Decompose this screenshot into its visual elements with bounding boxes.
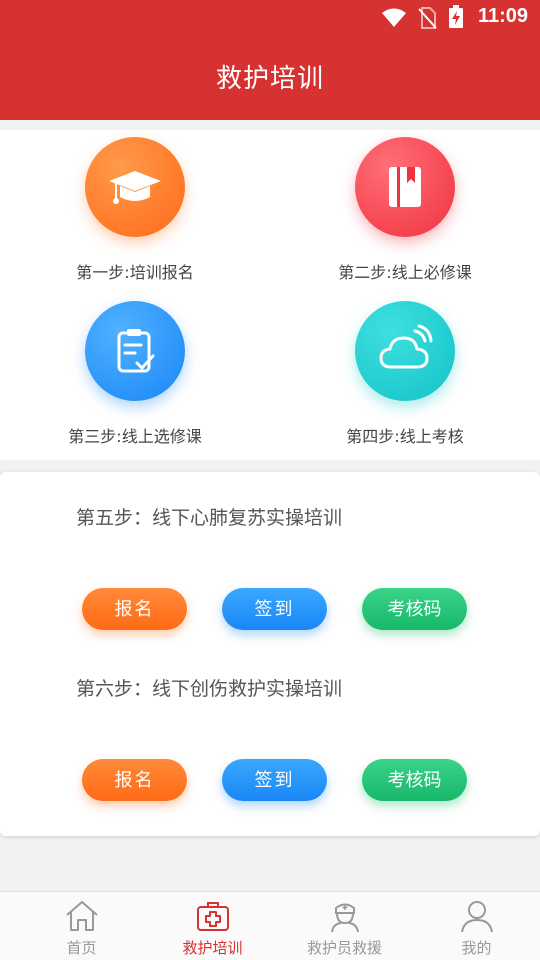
- step-required-course[interactable]: 第二步:线上必修课: [270, 130, 540, 290]
- step-label: 第四步:线上考核: [346, 427, 464, 446]
- offline-steps-panel: 第五步：线下心肺复苏实操培训 报名 签到 考核码 第六步：线下创伤救护实操培训 …: [0, 472, 540, 836]
- nav-label: 救护培训: [182, 939, 243, 957]
- step-register[interactable]: 第一步:培训报名: [0, 130, 270, 290]
- exam-code-button[interactable]: 考核码: [362, 588, 467, 630]
- checkin-button[interactable]: 签到: [222, 759, 327, 801]
- no-sim-icon: [418, 7, 437, 29]
- nav-label: 救护员救援: [306, 939, 382, 957]
- step-five-title: 第五步：线下心肺复苏实操培训: [76, 507, 343, 529]
- nav-item-home[interactable]: 首页: [14, 892, 149, 960]
- checkin-button[interactable]: 签到: [222, 588, 327, 630]
- wifi-icon: [382, 8, 406, 27]
- nav-item-training[interactable]: 救护培训: [145, 892, 280, 960]
- status-bar: 11:09: [0, 0, 540, 36]
- register-button[interactable]: 报名: [82, 759, 187, 801]
- book-icon: [355, 137, 455, 237]
- step-elective-course[interactable]: 第三步:线上选修课: [0, 294, 270, 454]
- step-online-exam[interactable]: 第四步:线上考核: [270, 294, 540, 454]
- medical-kit-icon: [197, 902, 229, 931]
- cloud-icon: [355, 301, 455, 401]
- exam-code-button[interactable]: 考核码: [362, 759, 467, 801]
- step-label: 第三步:线上选修课: [68, 427, 202, 446]
- battery-charging-icon: [449, 5, 463, 28]
- app-header: 11:09 救护培训: [0, 0, 540, 120]
- nav-label: 我的: [461, 939, 492, 957]
- home-icon: [66, 901, 98, 931]
- nurse-icon: [331, 903, 359, 933]
- graduation-cap-icon: [85, 137, 185, 237]
- nav-label: 首页: [66, 939, 97, 957]
- status-time: 11:09: [477, 5, 528, 27]
- clipboard-check-icon: [85, 301, 185, 401]
- bottom-nav: 首页 救护培训 救护员救援 我的: [0, 891, 540, 960]
- step-label: 第二步:线上必修课: [338, 263, 472, 282]
- register-button[interactable]: 报名: [82, 588, 187, 630]
- step-label: 第一步:培训报名: [76, 263, 194, 282]
- nav-item-mine[interactable]: 我的: [409, 892, 540, 960]
- online-steps-panel: 第一步:培训报名 第二步:线上必修课 第三步:线上选修课 第四步:线上考核: [0, 130, 540, 460]
- page-title: 救护培训: [215, 64, 324, 94]
- step-six-title: 第六步：线下创伤救护实操培训: [76, 678, 343, 700]
- nav-item-rescue[interactable]: 救护员救援: [277, 892, 412, 960]
- user-icon: [461, 901, 493, 933]
